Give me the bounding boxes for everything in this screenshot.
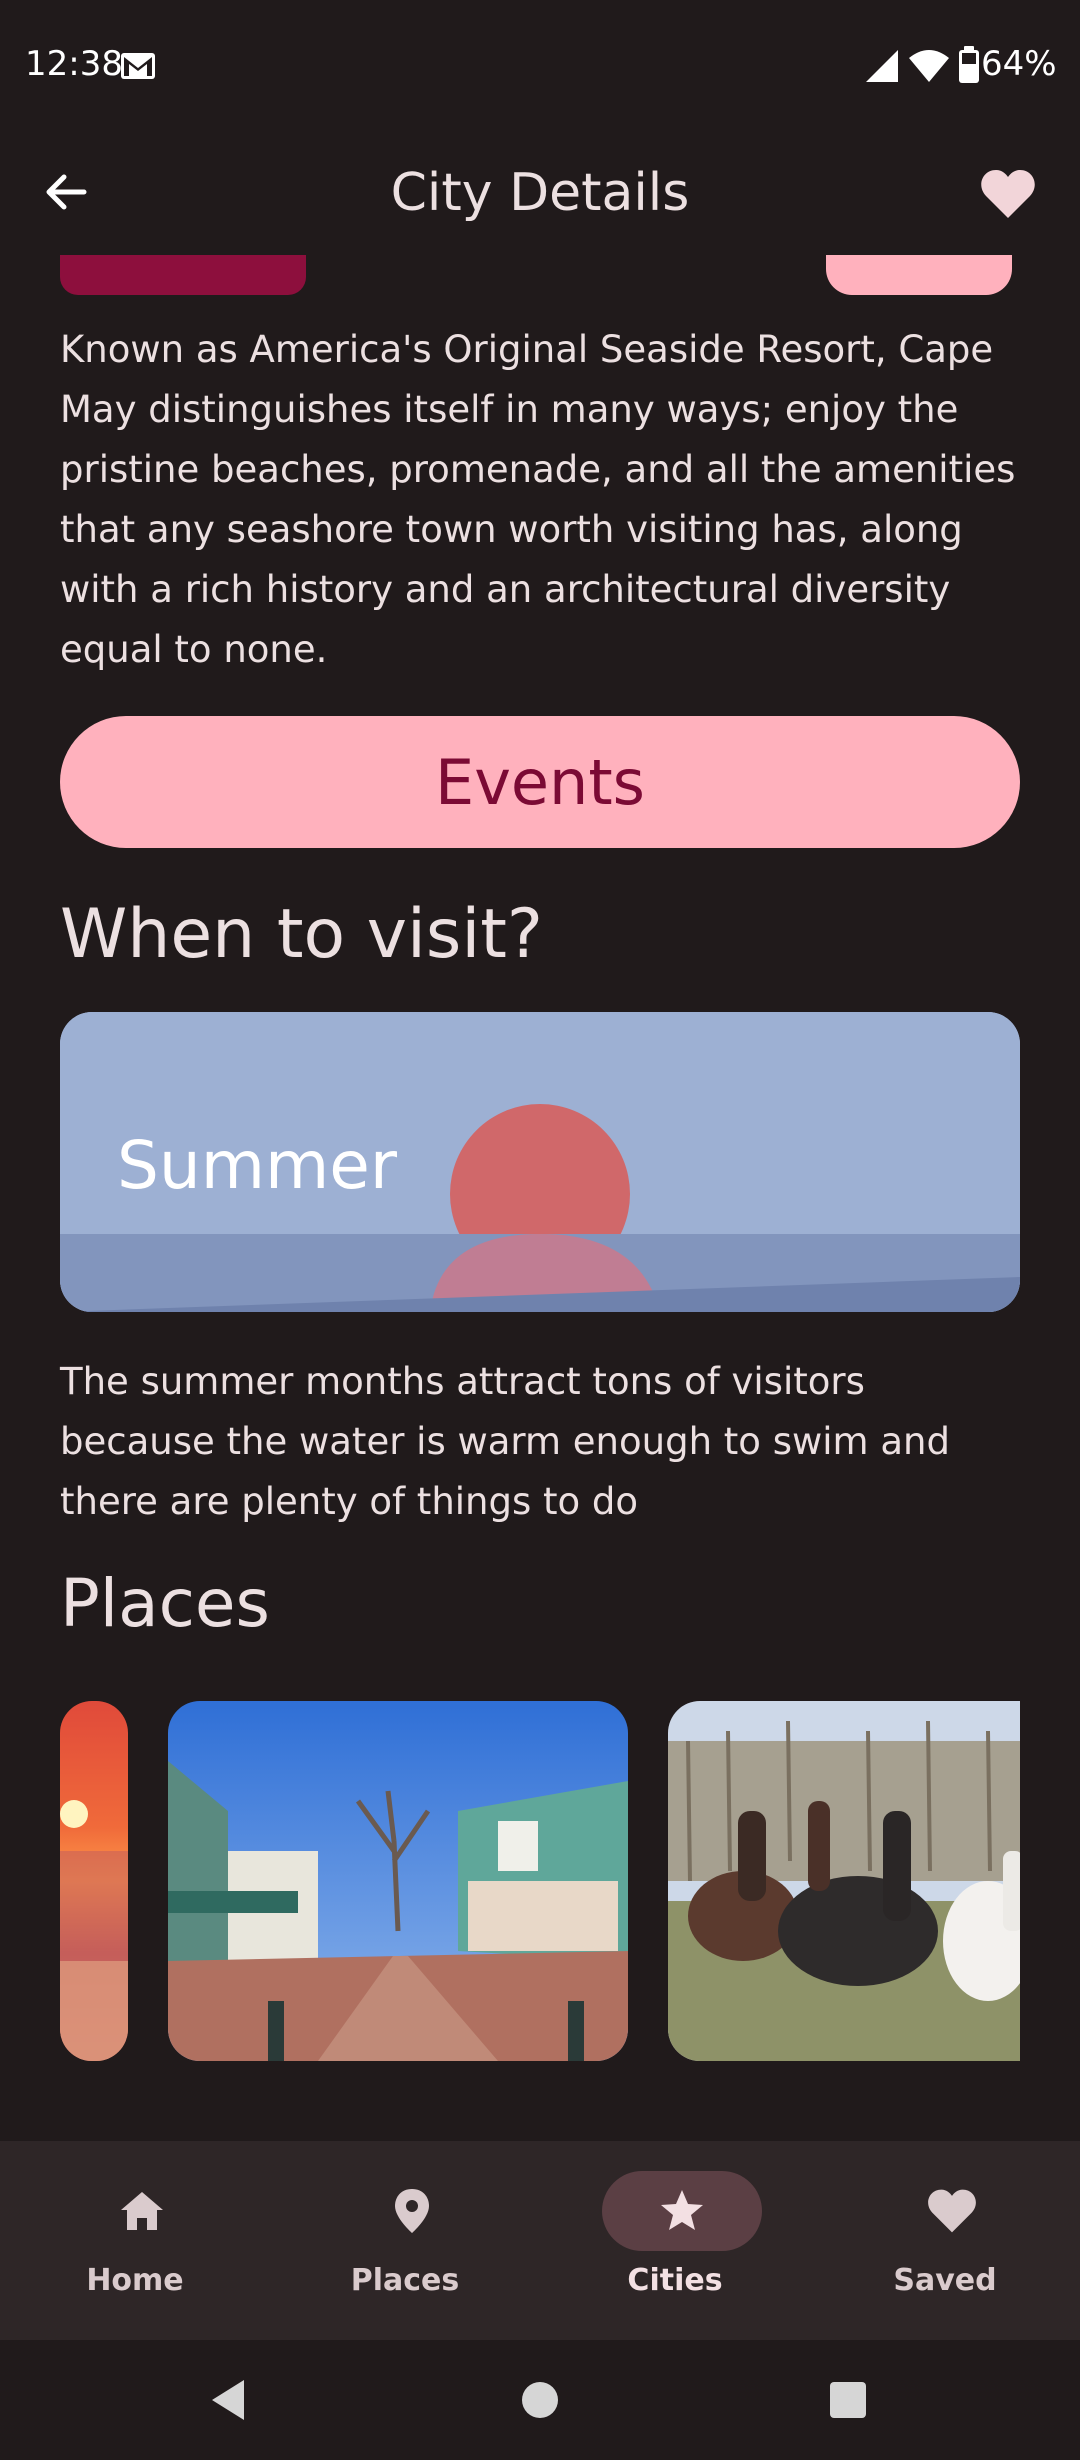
season-card[interactable]: Summer: [60, 1012, 1020, 1312]
street-mall-photo: [168, 1701, 628, 2061]
events-button[interactable]: Events: [60, 716, 1020, 848]
season-description: The summer months attract tons of visito…: [60, 1360, 950, 1523]
status-time: 12:38: [25, 44, 123, 84]
cell-signal-icon: [864, 48, 900, 88]
scrolled-chip-left[interactable]: [60, 255, 306, 295]
place-card-sunset[interactable]: [60, 1701, 128, 2061]
battery-icon: [958, 46, 980, 88]
favorite-heart-icon[interactable]: [980, 168, 1036, 224]
alpacas-photo: [668, 1701, 1020, 2061]
place-card-alpaca-farm[interactable]: [668, 1701, 1020, 2061]
wifi-icon: [908, 48, 950, 88]
nav-label-places: Places: [350, 2263, 460, 2298]
heart-icon: [927, 2186, 977, 2240]
nav-label-home: Home: [86, 2263, 184, 2298]
bottom-navigation: Home Places Cities Saved: [0, 2141, 1080, 2340]
place-card-town-street[interactable]: [168, 1701, 628, 2061]
page-title: City Details: [390, 163, 690, 223]
gmail-icon: [120, 52, 156, 84]
star-icon: [657, 2186, 707, 2240]
when-to-visit-heading: When to visit?: [60, 895, 543, 974]
season-label: Summer: [117, 1127, 398, 1204]
nav-item-places[interactable]: Places: [270, 2141, 540, 2340]
system-navigation-bar: [0, 2340, 1080, 2460]
nav-item-saved[interactable]: Saved: [810, 2141, 1080, 2340]
home-icon: [117, 2186, 167, 2240]
sunset-beach-photo: [60, 1701, 128, 2061]
nav-item-cities[interactable]: Cities: [540, 2141, 810, 2340]
nav-label-saved: Saved: [893, 2263, 997, 2298]
nav-item-home[interactable]: Home: [0, 2141, 270, 2340]
system-recents-icon[interactable]: [828, 2378, 868, 2426]
status-bar: 12:38 64%: [0, 0, 1080, 135]
battery-percentage: 64%: [981, 44, 1057, 84]
places-heading: Places: [60, 1565, 270, 1642]
system-back-icon[interactable]: [208, 2378, 248, 2426]
location-pin-icon: [387, 2186, 437, 2240]
city-description: Known as America's Original Seaside Reso…: [60, 328, 1016, 671]
system-home-icon[interactable]: [520, 2378, 560, 2426]
scrolled-chip-right[interactable]: [826, 255, 1012, 295]
nav-label-cities: Cities: [627, 2263, 723, 2298]
